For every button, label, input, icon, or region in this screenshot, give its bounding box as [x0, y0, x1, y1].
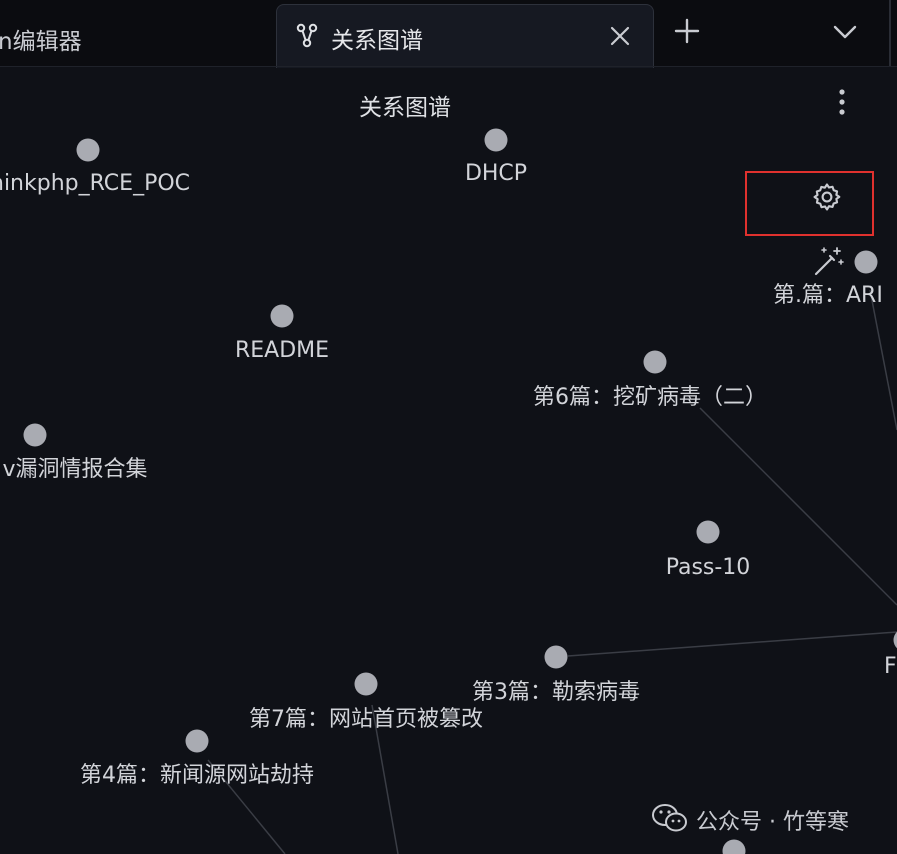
graph-node-label[interactable]: F [884, 654, 897, 679]
graph-node-label[interactable]: v漏洞情报合集 [2, 457, 147, 482]
graph-node[interactable] [544, 645, 568, 669]
graph-node-label[interactable]: README [235, 338, 329, 363]
wechat-icon [652, 804, 687, 832]
graph-view-window: n编辑器 关系图谱 hinkphp_RCE_POC DHCP README 第6… [0, 0, 897, 854]
magic-wand-icon[interactable] [810, 244, 846, 280]
graph-edge [567, 631, 897, 657]
tab-editor[interactable]: n编辑器 [0, 6, 276, 64]
graph-node[interactable] [643, 350, 667, 374]
watermark: 公众号 · 竹等寒 [640, 796, 890, 840]
graph-node[interactable] [76, 138, 100, 162]
graph-node-label[interactable]: Pass-10 [666, 555, 751, 580]
gear-icon[interactable] [810, 180, 844, 214]
graph-node-label[interactable]: 第.篇：ARI [773, 283, 883, 308]
graph-node-label[interactable]: 第3篇：勒索病毒 [472, 680, 640, 705]
tab-bar: n编辑器 关系图谱 [0, 0, 897, 68]
graph-node[interactable] [354, 672, 378, 696]
watermark-text: 公众号 · 竹等寒 [696, 810, 849, 835]
graph-node-label[interactable]: hinkphp_RCE_POC [0, 171, 190, 196]
graph-node[interactable] [696, 520, 720, 544]
tab-graph[interactable]: 关系图谱 [276, 4, 654, 68]
graph-node[interactable] [23, 423, 47, 447]
graph-nodes: hinkphp_RCE_POC DHCP README 第6篇：挖矿病毒（二） v漏洞情… [0, 128, 897, 854]
view-title: 关系图谱 [359, 95, 451, 121]
graph-node-label[interactable]: 第4篇：新闻源网站劫持 [80, 763, 314, 788]
tab-bar-divider [889, 0, 891, 66]
graph-icon [296, 23, 318, 48]
close-icon[interactable] [607, 23, 633, 49]
graph-node-label[interactable]: DHCP [465, 161, 527, 186]
graph-node[interactable] [484, 128, 508, 152]
graph-edge [869, 289, 897, 431]
chevron-down-icon[interactable] [830, 20, 860, 44]
graph-node[interactable] [854, 250, 878, 274]
tab-label: 关系图谱 [331, 28, 423, 54]
more-vertical-icon[interactable] [830, 86, 854, 118]
graph-node-label[interactable]: 第7篇：网站首页被篡改 [249, 707, 483, 732]
graph-node[interactable] [185, 729, 209, 753]
tab-label: n编辑器 [0, 29, 82, 55]
graph-node-label[interactable]: 第6篇：挖矿病毒（二） [533, 385, 767, 410]
plus-icon[interactable] [672, 16, 702, 46]
graph-node[interactable] [270, 304, 294, 328]
graph-node[interactable] [722, 839, 746, 854]
